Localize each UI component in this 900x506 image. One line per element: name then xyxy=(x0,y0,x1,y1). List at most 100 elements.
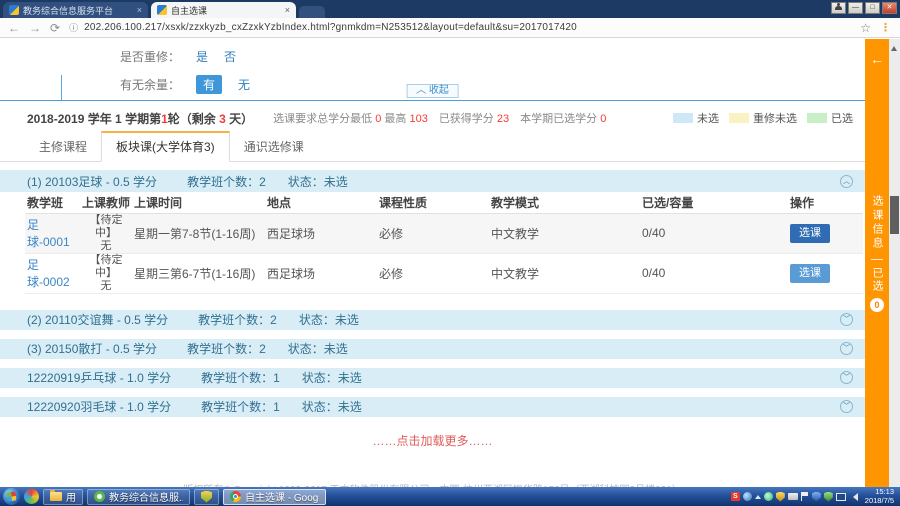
class-count: 教学班个数：1 xyxy=(201,398,280,415)
user-profile-button[interactable] xyxy=(831,2,846,14)
display-icon[interactable] xyxy=(836,493,846,501)
course-accordion-header[interactable]: (2) 20110交谊舞 - 0.5 学分 教学班个数：2 状态：未选 ﹀ xyxy=(0,310,865,330)
tab-close-icon[interactable]: × xyxy=(285,5,290,15)
course-status: 状态：未选 xyxy=(299,311,359,328)
term-selected-label: 本学期已选学分 xyxy=(520,113,600,125)
taskbar-item-chrome[interactable]: 自主选课 - Goog... xyxy=(223,489,326,505)
chevron-down-icon[interactable]: ﹀ xyxy=(840,313,853,326)
capacity-option-none[interactable]: 无 xyxy=(238,76,250,93)
time-cell: 星期三第6-7节(1-16周) xyxy=(132,253,265,293)
teacher-cell: 【待定中】无 xyxy=(80,253,132,293)
select-course-button[interactable]: 选课 xyxy=(790,264,830,283)
taskbar-item-security[interactable] xyxy=(194,489,219,505)
col-class: 教学班 xyxy=(25,192,80,213)
nature-cell: 必修 xyxy=(377,213,489,253)
page-info-icon[interactable]: ⓘ xyxy=(69,21,78,34)
scrollbar-thumb[interactable] xyxy=(890,196,899,234)
course-title: (1) 20103足球 - 0.5 学分 xyxy=(27,173,157,190)
term-prefix: 2018-2019 学年 1 学期第 xyxy=(27,112,161,126)
taskbar-clock[interactable]: 15:13 2018/7/5 xyxy=(865,488,894,505)
printer-icon[interactable] xyxy=(788,493,798,500)
security-blue-shield-icon[interactable] xyxy=(812,492,821,502)
side-panel-divider xyxy=(871,259,883,260)
page-scrollbar[interactable] xyxy=(889,39,900,487)
browser-tab-course-selection[interactable]: 自主选课 × xyxy=(151,2,296,18)
pinwheel-app-icon[interactable] xyxy=(24,489,39,504)
network-globe-icon[interactable] xyxy=(743,492,752,501)
window-controls: — □ ✕ xyxy=(831,2,897,14)
retake-option-yes[interactable]: 是 xyxy=(196,48,208,65)
address-bar[interactable]: ⓘ 202.206.100.217/xsxk/zzxkyzb_cxZzxkYzb… xyxy=(69,21,851,34)
bookmark-star-icon[interactable]: ☆ xyxy=(860,21,871,35)
selected-courses-label[interactable]: 已选 xyxy=(869,267,885,293)
new-tab-button[interactable] xyxy=(299,6,325,18)
back-arrow-icon[interactable]: ← xyxy=(870,51,884,67)
col-time: 上课时间 xyxy=(132,192,265,213)
chevron-up-icon[interactable]: ︿ xyxy=(840,175,853,188)
load-more-link[interactable]: ……点击加载更多…… xyxy=(0,432,865,449)
teacher-tag: 【待定中】 xyxy=(90,254,123,279)
taskbar-item-browser[interactable]: 教务综合信息服... xyxy=(87,489,190,505)
course-accordion-header[interactable]: (3) 20150散打 - 0.5 学分 教学班个数：2 状态：未选 ﹀ xyxy=(0,339,865,359)
capacity-option-available[interactable]: 有 xyxy=(196,75,222,94)
legend-swatch-unselected xyxy=(673,113,693,123)
earned-credits-label: 已获得学分 xyxy=(439,113,497,125)
volume-icon[interactable] xyxy=(849,493,858,501)
legend-retake-unselected: 重修未选 xyxy=(729,110,797,126)
legend-swatch-selected xyxy=(807,113,827,123)
browser-menu-icon[interactable]: ⋮ xyxy=(880,21,892,34)
course-status: 状态：未选 xyxy=(288,173,348,190)
retake-option-no[interactable]: 否 xyxy=(224,48,236,65)
back-icon[interactable]: ← xyxy=(8,22,20,34)
tab-block-courses[interactable]: 板块课(大学体育3) xyxy=(101,131,230,162)
table-header-row: 教学班 上课教师 上课时间 地点 课程性质 教学模式 已选/容量 操作 xyxy=(25,192,863,213)
tab-close-icon[interactable]: × xyxy=(137,5,142,15)
table-row: 足球-0001 【待定中】无 星期一第7-8节(1-16周) 西足球场 必修 中… xyxy=(25,213,863,253)
scroll-up-icon[interactable] xyxy=(891,43,897,51)
url-text[interactable]: 202.206.100.217/xsxk/zzxkyzb_cxZzxkYzbIn… xyxy=(84,22,577,33)
col-teacher: 上课教师 xyxy=(80,192,132,213)
course-accordion-header[interactable]: (1) 20103足球 - 0.5 学分 教学班个数：2 状态：未选 ︿ xyxy=(0,170,865,192)
tab-title: 自主选课 xyxy=(171,4,281,17)
collapse-filters-button[interactable]: ︿ 收起 xyxy=(406,84,459,98)
tray-expand-icon[interactable] xyxy=(755,492,761,499)
side-panel-title[interactable]: 选课信息 xyxy=(869,195,885,251)
select-course-button[interactable]: 选课 xyxy=(790,224,830,243)
credit-req-label: 选课要求总学分最低 xyxy=(273,113,375,125)
credit-max: 103 xyxy=(409,113,427,125)
sogou-icon[interactable]: S xyxy=(731,492,740,501)
forward-icon[interactable]: → xyxy=(29,22,41,34)
shield-icon xyxy=(201,491,212,503)
browser-tray-icon[interactable] xyxy=(764,492,773,501)
security-gold-shield-icon[interactable] xyxy=(776,492,785,502)
course-category-tabs: 主修课程 板块课(大学体育3) 通识选修课 xyxy=(0,135,865,162)
tab-major-courses[interactable]: 主修课程 xyxy=(25,133,101,161)
taskbar-item-folder[interactable]: 用 xyxy=(43,489,83,505)
class-count: 教学班个数：2 xyxy=(187,173,266,190)
col-capacity: 已选/容量 xyxy=(640,192,788,213)
taskbar-item-label: 自主选课 - Goog... xyxy=(245,489,319,504)
course-accordion-header[interactable]: 12220920羽毛球 - 1.0 学分 教学班个数：1 状态：未选 ﹀ xyxy=(0,397,865,417)
capacity-cell: 0/40 xyxy=(640,253,788,293)
refresh-icon[interactable]: ⟳ xyxy=(50,22,60,34)
retake-filter-label: 是否重修： xyxy=(120,48,180,65)
chevron-up-icon: ︿ xyxy=(416,85,426,96)
close-button[interactable]: ✕ xyxy=(882,2,897,14)
selected-count-badge: 0 xyxy=(870,298,884,312)
antivirus-green-shield-icon[interactable] xyxy=(824,492,833,502)
action-center-flag-icon[interactable] xyxy=(801,492,809,501)
class-name-link[interactable]: 足球-0002 xyxy=(27,258,70,289)
maximize-button[interactable]: □ xyxy=(865,2,880,14)
chevron-down-icon[interactable]: ﹀ xyxy=(840,371,853,384)
class-name-link[interactable]: 足球-0001 xyxy=(27,218,70,249)
tab-general-electives[interactable]: 通识选修课 xyxy=(230,133,318,161)
col-mode: 教学模式 xyxy=(489,192,640,213)
browser-tab-portal[interactable]: 教务综合信息服务平台 × xyxy=(3,2,148,18)
col-nature: 课程性质 xyxy=(377,192,489,213)
term-days-left: 3 xyxy=(219,112,226,126)
course-accordion-header[interactable]: 12220919乒乓球 - 1.0 学分 教学班个数：1 状态：未选 ﹀ xyxy=(0,368,865,388)
chevron-down-icon[interactable]: ﹀ xyxy=(840,400,853,413)
minimize-button[interactable]: — xyxy=(848,2,863,14)
chevron-down-icon[interactable]: ﹀ xyxy=(840,342,853,355)
start-button[interactable] xyxy=(3,488,20,505)
